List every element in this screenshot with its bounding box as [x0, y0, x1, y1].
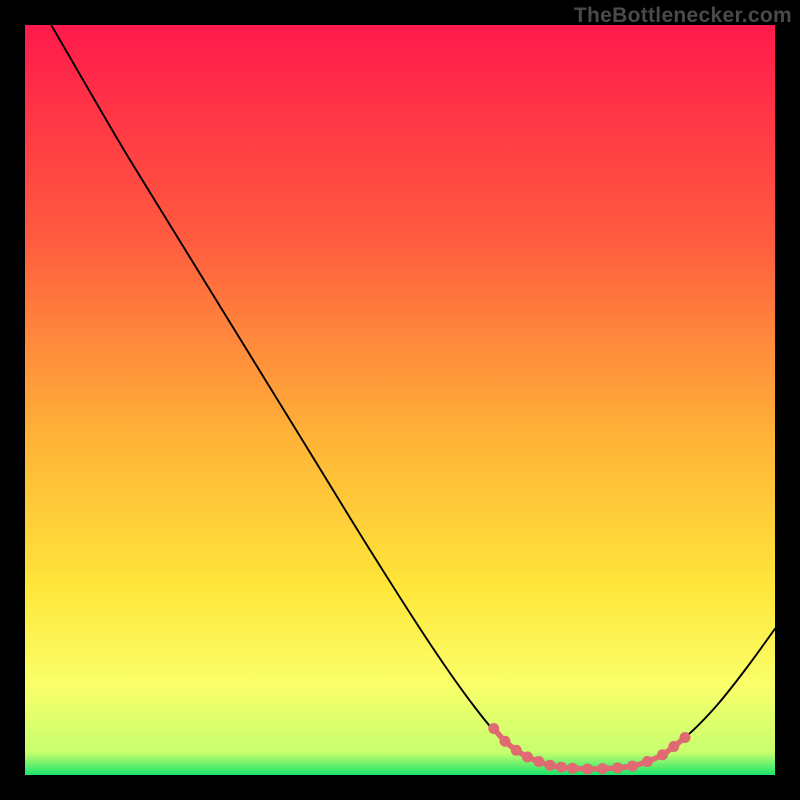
highlight-dot: [680, 732, 691, 743]
highlight-dot: [582, 764, 593, 775]
highlight-dot: [556, 762, 567, 773]
highlight-dot: [522, 752, 533, 763]
highlight-dot: [488, 723, 499, 734]
highlight-dot: [545, 760, 556, 771]
highlight-dot: [597, 763, 608, 774]
highlight-dot: [567, 763, 578, 774]
highlight-dot: [657, 749, 668, 760]
chart-frame: TheBottlenecker.com: [0, 0, 800, 800]
highlight-dot: [668, 741, 679, 752]
highlight-dot: [612, 762, 623, 773]
highlight-dot: [533, 756, 544, 767]
plot-area: [25, 25, 775, 775]
chart-svg: [25, 25, 775, 775]
highlight-dot: [642, 756, 653, 767]
highlight-dot: [511, 745, 522, 756]
highlight-dot: [627, 761, 638, 772]
chart-background: [25, 25, 775, 775]
highlight-dot: [500, 736, 511, 747]
